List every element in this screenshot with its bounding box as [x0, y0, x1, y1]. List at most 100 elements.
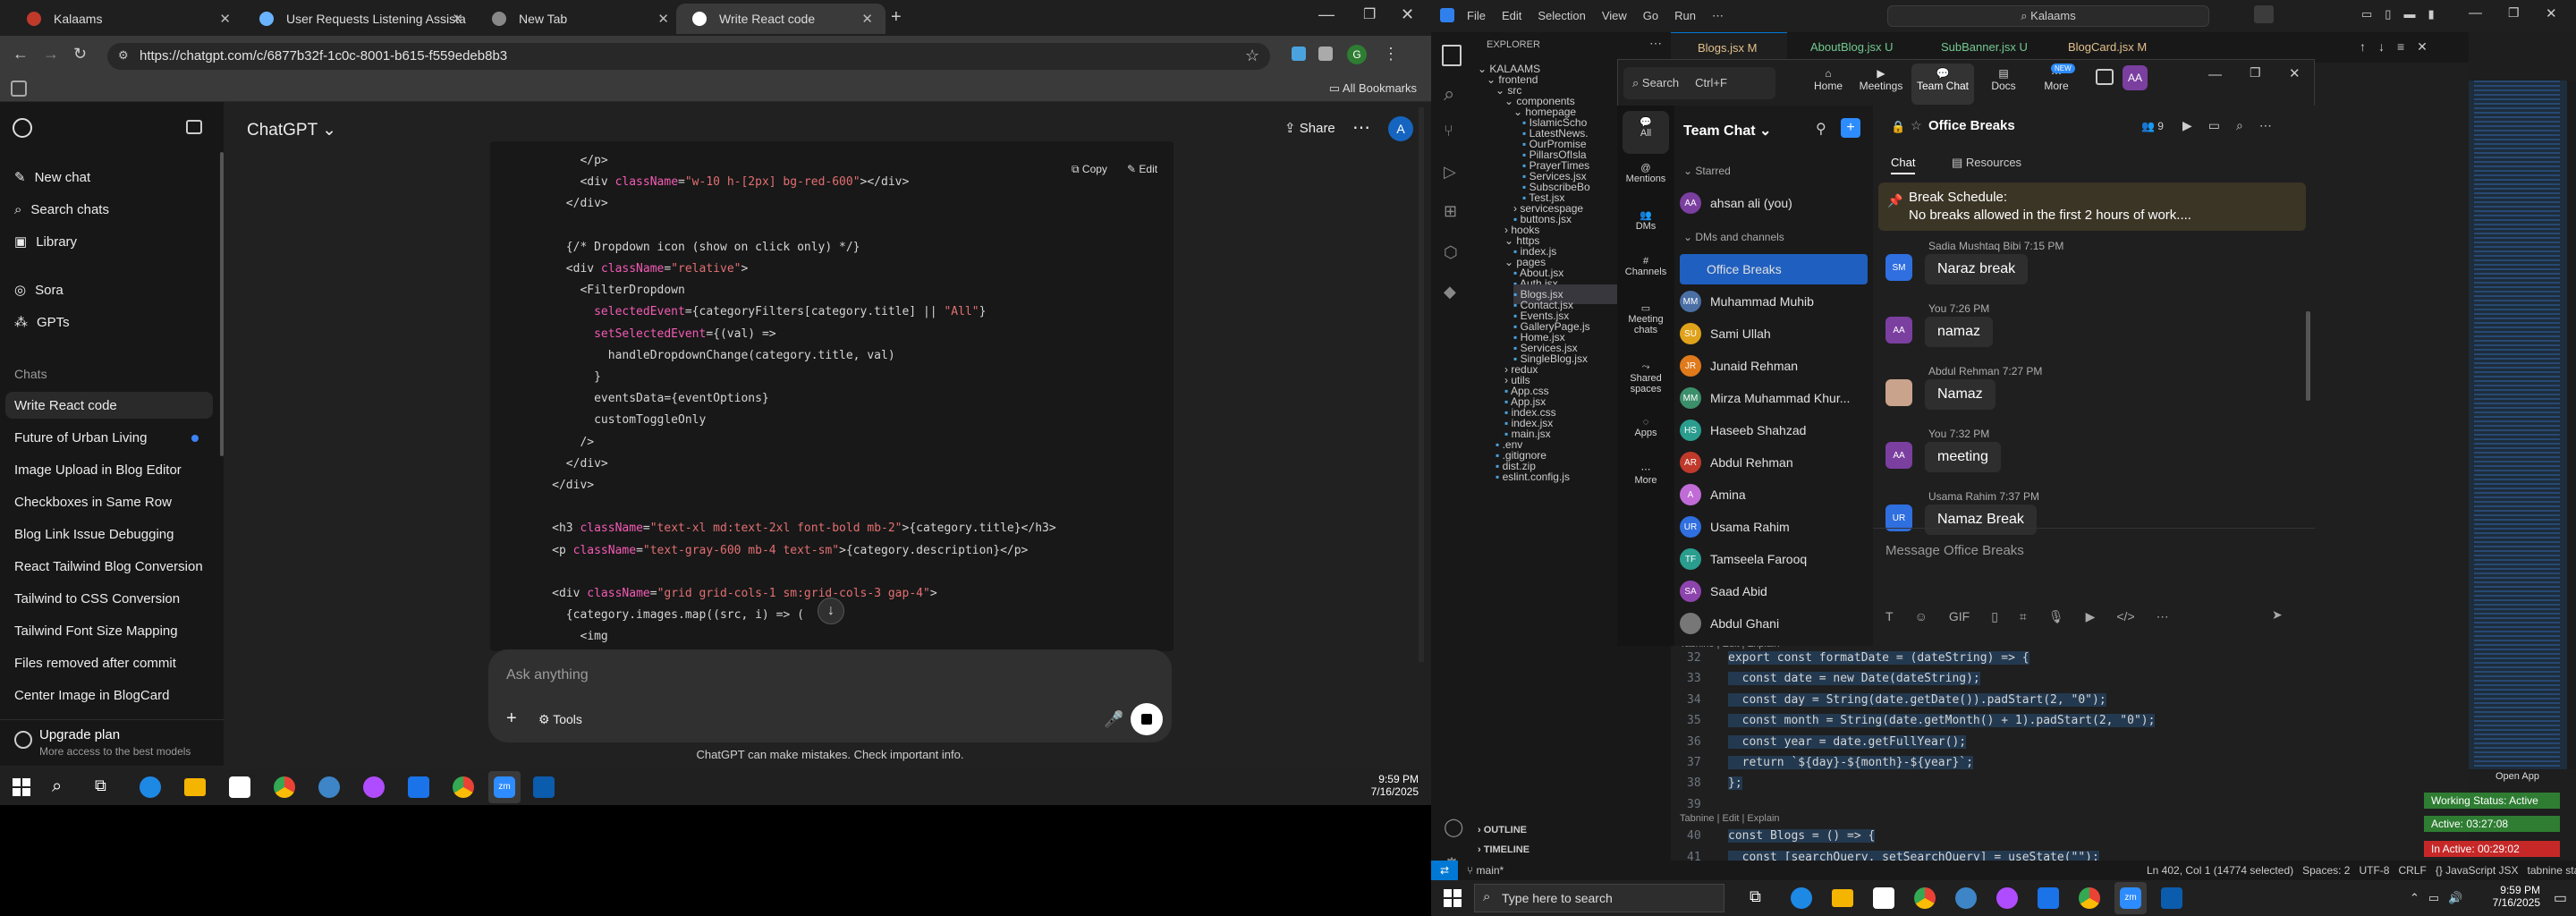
chat-item[interactable]: Blog Link Issue Debugging [14, 522, 211, 547]
close-editor-icon[interactable]: ✕ [2417, 39, 2428, 55]
app-icon[interactable] [533, 776, 555, 798]
subtab-resources[interactable]: ▤ Resources [1952, 156, 2021, 170]
github-desktop-icon[interactable] [363, 776, 385, 798]
codelens[interactable]: Tabnine | Edit | Explain [1680, 813, 1780, 824]
message-input[interactable]: Message Office Breaks [1885, 543, 2024, 558]
nav-new-chat[interactable]: ✎ New chat [14, 165, 211, 190]
upgrade-plan-card[interactable]: Upgrade plan More access to the best mod… [0, 719, 224, 766]
rail-all[interactable]: 💬 All [1617, 116, 1674, 139]
emoji-icon[interactable]: ☺ [1915, 609, 1928, 624]
layout-icon[interactable]: ▮ [2428, 7, 2434, 21]
code-line[interactable]: const day = String(date.getDate()).padSt… [1728, 692, 2106, 707]
search-icon[interactable]: ⌕ [52, 776, 62, 797]
screenshot-icon[interactable]: ⌗ [2020, 609, 2027, 624]
message-avatar[interactable]: AA [1885, 317, 1912, 344]
toggle-sidebar-icon[interactable] [186, 120, 202, 134]
rail-dms[interactable]: 👥 DMs [1617, 209, 1674, 232]
menu-item[interactable]: Go [1643, 9, 1658, 23]
share-button[interactable]: ⇪ Share [1284, 120, 1335, 136]
explorer-icon[interactable] [1442, 45, 1462, 66]
chat-item[interactable]: Tailwind Font Size Mapping [14, 618, 211, 643]
all-bookmarks-link[interactable]: ▭ All Bookmarks [1329, 81, 1417, 96]
minimize-icon[interactable]: — [1318, 5, 1335, 24]
vscode-icon[interactable] [408, 776, 429, 798]
search-icon[interactable]: ⌕ [2236, 118, 2243, 133]
message-avatar[interactable] [1885, 379, 1912, 406]
github-desktop-icon[interactable] [1996, 887, 2018, 909]
edge-icon[interactable] [1791, 887, 1812, 909]
chrome-icon[interactable] [2079, 887, 2100, 909]
pinned-message[interactable]: 📌 Break Schedule: No breaks allowed in t… [1878, 182, 2306, 231]
code-line[interactable]: return `${day}-${month}-${year}`; [1728, 756, 1973, 769]
nav-gpts[interactable]: ⁂ GPTs [14, 310, 211, 335]
contact-item[interactable]: MM Muhammad Muhib [1680, 286, 1868, 317]
store-icon[interactable] [229, 776, 250, 798]
store-icon[interactable] [1873, 887, 1894, 909]
app-icon[interactable] [1955, 887, 1977, 909]
send-icon[interactable]: ➤ [2272, 607, 2283, 623]
menu-more[interactable]: ⋯ [1712, 9, 1724, 23]
menu-item[interactable]: Edit [1502, 9, 1521, 23]
editor-tab-active[interactable]: Blogs.jsx M [1671, 32, 1787, 63]
contact-self[interactable]: AA ahsan ali (you) [1680, 188, 1868, 218]
windows-start-icon[interactable] [1444, 889, 1462, 907]
edit-code-button[interactable]: ✎ Edit [1127, 163, 1157, 175]
zoom-nav-meetings[interactable]: ▶ Meetings [1854, 67, 1908, 92]
member-count[interactable]: 👥 9 [2141, 120, 2164, 132]
message-bubble[interactable]: Namaz [1925, 379, 1996, 410]
file-row[interactable]: ▪ eslint.config.js [1496, 467, 1570, 487]
site-info-icon[interactable]: ⚙ [118, 48, 129, 63]
timeline-section[interactable]: › TIMELINE [1478, 844, 1530, 855]
channel-item-active[interactable]: Office Breaks [1680, 254, 1868, 284]
chevron-up-icon[interactable]: ⌃ [2410, 891, 2419, 905]
code-line[interactable]: const Blogs = () => { [1728, 829, 1876, 844]
edge-icon[interactable] [140, 776, 161, 798]
chat-item[interactable]: Image Upload in Blog Editor [14, 457, 211, 482]
gif-icon[interactable]: GIF [1949, 609, 1970, 624]
dms-heading[interactable]: ⌄ DMs and channels [1683, 231, 1784, 243]
audio-icon[interactable]: 🎙 [2048, 609, 2064, 624]
contact-item[interactable]: AR Abdul Rehman [1680, 447, 1868, 478]
contact-item[interactable]: UR Usama Rahim [1680, 512, 1868, 542]
menu-item[interactable]: File [1467, 9, 1486, 23]
contact-item[interactable]: MM Mirza Muhammad Khur... [1680, 383, 1868, 413]
zoom-taskbar-active[interactable]: zm [2114, 882, 2147, 914]
profile-avatar[interactable]: G [1347, 45, 1367, 64]
microphone-icon[interactable]: 🎤 [1104, 710, 1123, 729]
extension-icon[interactable] [1318, 47, 1333, 61]
contact-item[interactable]: SA Saad Abid [1680, 576, 1868, 606]
filter-icon[interactable]: ⚲ [1816, 120, 1826, 138]
extensions-icon[interactable]: ⊞ [1444, 202, 1457, 221]
bookmark-star-icon[interactable]: ☆ [1245, 47, 1259, 65]
chat-item[interactable]: Checkboxes in Same Row [14, 489, 211, 514]
chrome-icon[interactable] [1914, 887, 1936, 909]
close-tab-icon[interactable]: ✕ [861, 11, 873, 27]
extension-icon[interactable] [1292, 47, 1306, 61]
browser-tab[interactable]: User Requests Listening Assista ✕ [243, 4, 476, 34]
format-icon[interactable]: T [1885, 609, 1894, 624]
video-call-icon[interactable]: ▶ [2182, 118, 2192, 133]
task-view-icon[interactable]: ⧉ [95, 776, 106, 795]
contact-item[interactable]: TF Tamseela Farooq [1680, 544, 1868, 574]
command-center[interactable]: ⌕ Kalaams [1887, 5, 2209, 27]
browser-menu-icon[interactable]: ⋮ [1383, 45, 1399, 64]
chat-item[interactable]: React Tailwind Blog Conversion [14, 554, 211, 579]
network-icon[interactable]: ▭ [2428, 891, 2439, 905]
chat-item[interactable]: Future of Urban Living [14, 425, 211, 450]
zoom-taskbar-active[interactable]: zm [488, 771, 521, 803]
channel-more-icon[interactable]: ⋯ [2259, 118, 2272, 133]
new-chat-button[interactable]: + [1841, 118, 1860, 138]
close-tab-icon[interactable]: ✕ [657, 11, 669, 27]
star-icon[interactable]: ☆ [1911, 118, 1922, 133]
notification-icon[interactable]: ▭ [2554, 889, 2567, 907]
file-icon[interactable]: ▯ [1991, 609, 1998, 624]
nav-library[interactable]: ▣ Library [14, 229, 211, 254]
video-message-icon[interactable]: ▶ [2086, 609, 2096, 624]
user-avatar[interactable]: A [1388, 116, 1413, 141]
subtab-chat[interactable]: Chat [1891, 156, 1916, 174]
next-change-icon[interactable]: ↓ [2378, 39, 2385, 55]
chat-item[interactable]: Center Image in BlogCard [14, 683, 211, 708]
app-icon[interactable] [318, 776, 340, 798]
tools-button[interactable]: ⚙ Tools [538, 712, 582, 727]
copy-code-button[interactable]: ⧉ Copy [1072, 163, 1107, 176]
